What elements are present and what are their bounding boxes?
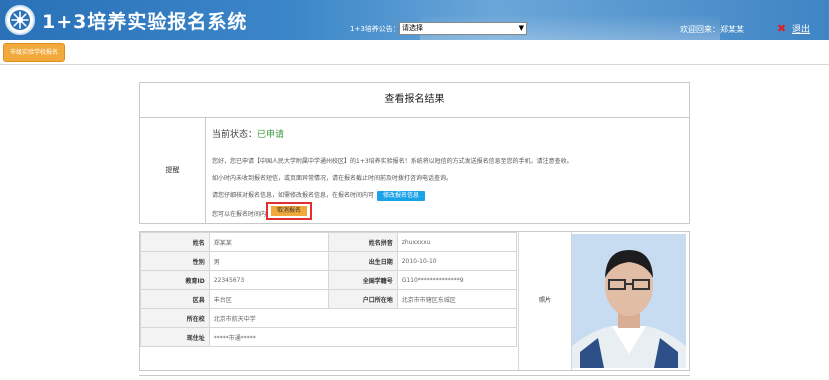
chevron-down-icon: ▼: [518, 24, 524, 32]
logout-link[interactable]: ✖ 退出: [777, 22, 811, 35]
remind-line-4: 您可以在报名时间内: [212, 211, 267, 218]
cancel-signup-button[interactable]: 取消报名: [271, 206, 308, 216]
logout-label: 退出: [792, 25, 811, 35]
tab-city-school-signup[interactable]: 市级实验学校报名: [3, 43, 66, 62]
education-id-value: 22345673: [208, 270, 329, 290]
remind-line-3-text: 请您仔细核对报名信息，如需修改报名信息，在报名时间内可: [212, 192, 375, 199]
school-label: 所在校: [140, 308, 210, 328]
birthdate-label: 出生日期: [327, 251, 398, 271]
student-number-label: 全国学籍号: [327, 270, 398, 290]
pinyin-label: 姓名拼音: [327, 232, 398, 252]
name-value: 郑某某: [208, 232, 329, 252]
status-line: 当前状态：已申请: [212, 127, 284, 140]
status-badge: 已申请: [257, 130, 285, 140]
table-row: 姓名 郑某某 姓名拼音 zhuxxxxu: [140, 232, 518, 252]
district-label: 区县: [140, 289, 210, 309]
table-row: 性别 男 出生日期 2010-10-10: [140, 251, 518, 271]
status-label: 当前状态：: [212, 130, 258, 140]
close-icon: ✖: [777, 22, 787, 35]
remind-label: 提醒: [140, 117, 206, 223]
hukou-label: 户口所在地: [327, 289, 398, 309]
birthdate-value: 2010-10-10: [396, 251, 518, 271]
table-row: 区县 丰台区 户口所在地 北京市市辖区东城区: [140, 289, 518, 309]
top-header: 1+3培养实验报名系统 1+3培养公告： 请选择 ▼ 欢迎回来：郑某某 ✖ 退出: [0, 0, 829, 40]
remind-line-3: 请您仔细核对报名信息，如需修改报名信息，在报名时间内可 修改报名信息: [212, 190, 426, 201]
gender-label: 性别: [140, 251, 210, 271]
cancel-signup-highlight: 取消报名: [266, 202, 313, 220]
info-table: 姓名 郑某某 姓名拼音 zhuxxxxu 性别 男 出生日期 2010-10-1…: [140, 232, 518, 347]
address-label: 现住址: [140, 327, 210, 347]
info-panel: 姓名 郑某某 姓名拼音 zhuxxxxu 性别 男 出生日期 2010-10-1…: [139, 231, 690, 371]
table-row: 教育ID 22345673 全国学籍号 G110**************9: [140, 270, 518, 290]
school-value: 北京市航天中学: [208, 308, 518, 328]
table-row: 现住址 *****市通*****: [140, 327, 518, 347]
notice-select-value: 请选择: [402, 24, 423, 32]
tab-bar: 市级实验学校报名: [0, 40, 829, 65]
photo-label: 照片: [518, 232, 572, 370]
name-label: 姓名: [140, 232, 210, 252]
table-row: 所在校 北京市航天中学: [140, 308, 518, 328]
welcome-text: 欢迎回来：郑某某: [680, 25, 744, 34]
notice-select[interactable]: 请选择 ▼: [399, 22, 527, 35]
remind-line-1: 您好，您已申请【中国人民大学附属中学通州校区】的1+3培养实验报名！系统将以短信…: [212, 158, 573, 165]
student-number-value: G110**************9: [396, 270, 518, 290]
remind-line-2: 如小时内未收到报名短信，或页面异常情况，请在报名截止时间前及时拨打咨询电话查询。: [212, 175, 453, 182]
result-panel: 查看报名结果 提醒 当前状态：已申请 您好，您已申请【中国人民大学附属中学通州校…: [139, 82, 690, 224]
pinyin-value: zhuxxxxu: [396, 232, 518, 252]
education-id-label: 教育ID: [140, 270, 210, 290]
student-photo: [572, 234, 686, 368]
system-logo-icon: [5, 5, 35, 35]
divider: [139, 375, 690, 380]
hukou-value: 北京市市辖区东城区: [396, 289, 518, 309]
system-title: 1+3培养实验报名系统: [42, 11, 248, 33]
page-title: 查看报名结果: [140, 83, 689, 118]
gender-value: 男: [208, 251, 329, 271]
address-value: *****市通*****: [208, 327, 518, 347]
notice-label: 1+3培养公告：: [350, 25, 400, 33]
edit-signup-button[interactable]: 修改报名信息: [377, 191, 426, 201]
district-value: 丰台区: [208, 289, 329, 309]
